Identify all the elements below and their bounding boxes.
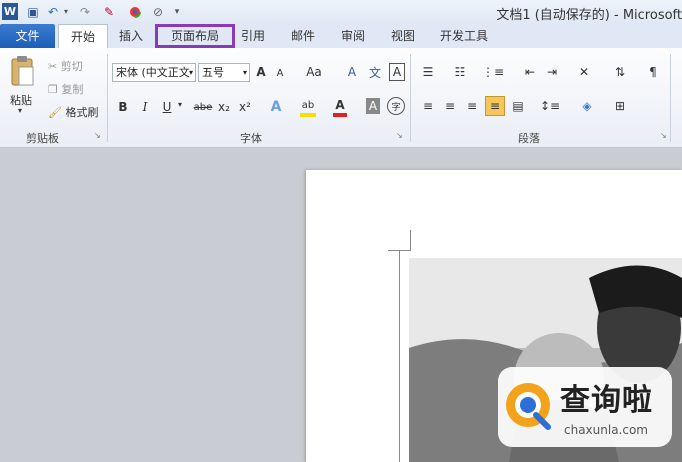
paragraph-launcher-icon[interactable]: ↘	[660, 131, 667, 140]
watermark-brand: 查询啦	[560, 383, 653, 418]
chevron-down-icon: ▾	[188, 68, 193, 77]
clipboard-launcher-icon[interactable]: ↘	[94, 131, 101, 140]
char-border-icon[interactable]: A	[389, 63, 405, 81]
group-divider	[107, 54, 108, 142]
format-painter-label: 格式刷	[65, 106, 99, 119]
italic-icon[interactable]: I	[138, 98, 152, 116]
cut-button[interactable]: ✂ 剪切	[48, 58, 83, 74]
redo-icon[interactable]: ↷	[78, 3, 92, 20]
tab-page-layout[interactable]: 页面布局	[155, 24, 235, 48]
clear-format-icon[interactable]: A	[344, 62, 360, 82]
text-effects-icon[interactable]: A	[268, 97, 284, 117]
font-size-select[interactable]: 五号 ▾	[198, 63, 250, 82]
ribbon-tabs: 文件 开始 插入 页面布局 引用 邮件 审阅 视图 开发工具	[0, 24, 682, 49]
change-case-icon[interactable]: Aa	[303, 63, 325, 81]
asian-layout-icon[interactable]: ✕	[575, 63, 593, 81]
phonetic-guide-icon[interactable]: 文	[366, 62, 384, 82]
numbering-icon[interactable]: ☷	[452, 63, 468, 81]
bold-icon[interactable]: B	[116, 98, 130, 116]
subscript-icon[interactable]: x₂	[216, 98, 232, 116]
font-family-value: 宋体 (中文正文	[116, 66, 190, 79]
color-wheel-icon[interactable]	[128, 3, 142, 20]
align-right-icon[interactable]: ≡	[464, 98, 480, 114]
tab-view[interactable]: 视图	[386, 24, 420, 48]
paragraph-shading-icon[interactable]: ◈	[578, 98, 596, 114]
shrink-font-icon[interactable]: A	[274, 65, 286, 81]
font-group-label: 字体	[240, 132, 262, 145]
tab-references[interactable]: 引用	[238, 24, 268, 48]
justify-icon[interactable]: ≡	[485, 96, 505, 116]
grow-font-icon[interactable]: A	[254, 63, 268, 81]
margin-line	[399, 250, 400, 462]
paragraph-group-label: 段落	[518, 132, 540, 145]
title-bar: W ▣ ↶ ▾ ↷ ✎ ⊘ ▾ 文档1 (自动保存的) - Microsoft	[0, 0, 682, 24]
decrease-indent-icon[interactable]: ⇤	[522, 63, 538, 81]
draw-icon[interactable]: ⊘	[150, 3, 166, 20]
superscript-icon[interactable]: x²	[237, 98, 253, 116]
cut-label: 剪切	[60, 60, 83, 73]
window-title: 文档1 (自动保存的) - Microsoft	[496, 8, 682, 23]
word-logo-icon[interactable]: W	[2, 3, 18, 20]
copy-icon: ❐	[48, 82, 62, 96]
tab-mailings[interactable]: 邮件	[286, 24, 320, 48]
copy-button[interactable]: ❐ 复制	[48, 81, 83, 97]
underline-icon[interactable]: U	[160, 98, 174, 116]
show-marks-icon[interactable]: ¶	[646, 63, 660, 81]
align-left-icon[interactable]: ≡	[420, 98, 436, 114]
enclose-char-icon[interactable]: 字	[387, 97, 405, 115]
tab-home[interactable]: 开始	[58, 24, 108, 49]
format-painter-button[interactable]: 🖌 格式刷	[48, 104, 98, 120]
tab-developer[interactable]: 开发工具	[436, 24, 492, 48]
margin-corner-marker	[388, 230, 411, 251]
paste-icon[interactable]	[8, 54, 36, 88]
undo-icon[interactable]: ↶	[46, 3, 60, 20]
font-color-icon[interactable]: A	[333, 97, 347, 117]
watermark-badge: 查询啦 chaxunla.com	[498, 367, 672, 447]
borders-icon[interactable]: ⊞	[612, 98, 628, 114]
undo-dropdown-icon[interactable]: ▾	[62, 3, 70, 20]
scissors-icon: ✂	[48, 59, 61, 73]
align-center-icon[interactable]: ≡	[442, 98, 458, 114]
highlight-icon[interactable]: ab	[300, 97, 316, 117]
line-spacing-icon[interactable]: ↕≡	[540, 98, 560, 114]
tab-review[interactable]: 审阅	[336, 24, 370, 48]
font-size-value: 五号	[202, 66, 224, 79]
watermark-domain: chaxunla.com	[564, 423, 648, 437]
increase-indent-icon[interactable]: ⇥	[544, 63, 560, 81]
ribbon: 粘贴 ▾ ✂ 剪切 ❐ 复制 🖌 格式刷 剪贴板 ↘ 宋体 (中文正文 ▾ 五号 ▾…	[0, 48, 682, 148]
chevron-down-icon[interactable]: ▾	[176, 100, 184, 109]
group-divider	[670, 54, 671, 142]
clipboard-group-label: 剪贴板	[26, 132, 59, 145]
bullets-icon[interactable]: ☰	[420, 63, 436, 81]
multilevel-list-icon[interactable]: ⋮≡	[482, 63, 504, 81]
group-divider	[410, 54, 411, 142]
copy-label: 复制	[61, 83, 84, 96]
brush-icon: 🖌	[48, 105, 66, 119]
strikethrough-icon[interactable]: abe	[192, 98, 214, 116]
distributed-icon[interactable]: ▤	[510, 98, 526, 114]
chevron-down-icon: ▾	[242, 68, 247, 77]
tab-file[interactable]: 文件	[0, 24, 55, 48]
save-icon[interactable]: ▣	[26, 3, 40, 20]
format-brush-icon[interactable]: ✎	[100, 3, 118, 20]
paste-dropdown-icon[interactable]: ▾	[18, 106, 22, 115]
font-launcher-icon[interactable]: ↘	[396, 131, 403, 140]
char-shading-icon[interactable]: A	[366, 98, 380, 114]
font-family-select[interactable]: 宋体 (中文正文 ▾	[112, 63, 196, 82]
tab-insert[interactable]: 插入	[113, 24, 149, 48]
customize-qat-icon[interactable]: ▾	[172, 3, 182, 20]
sort-icon[interactable]: ⇅	[612, 63, 628, 81]
